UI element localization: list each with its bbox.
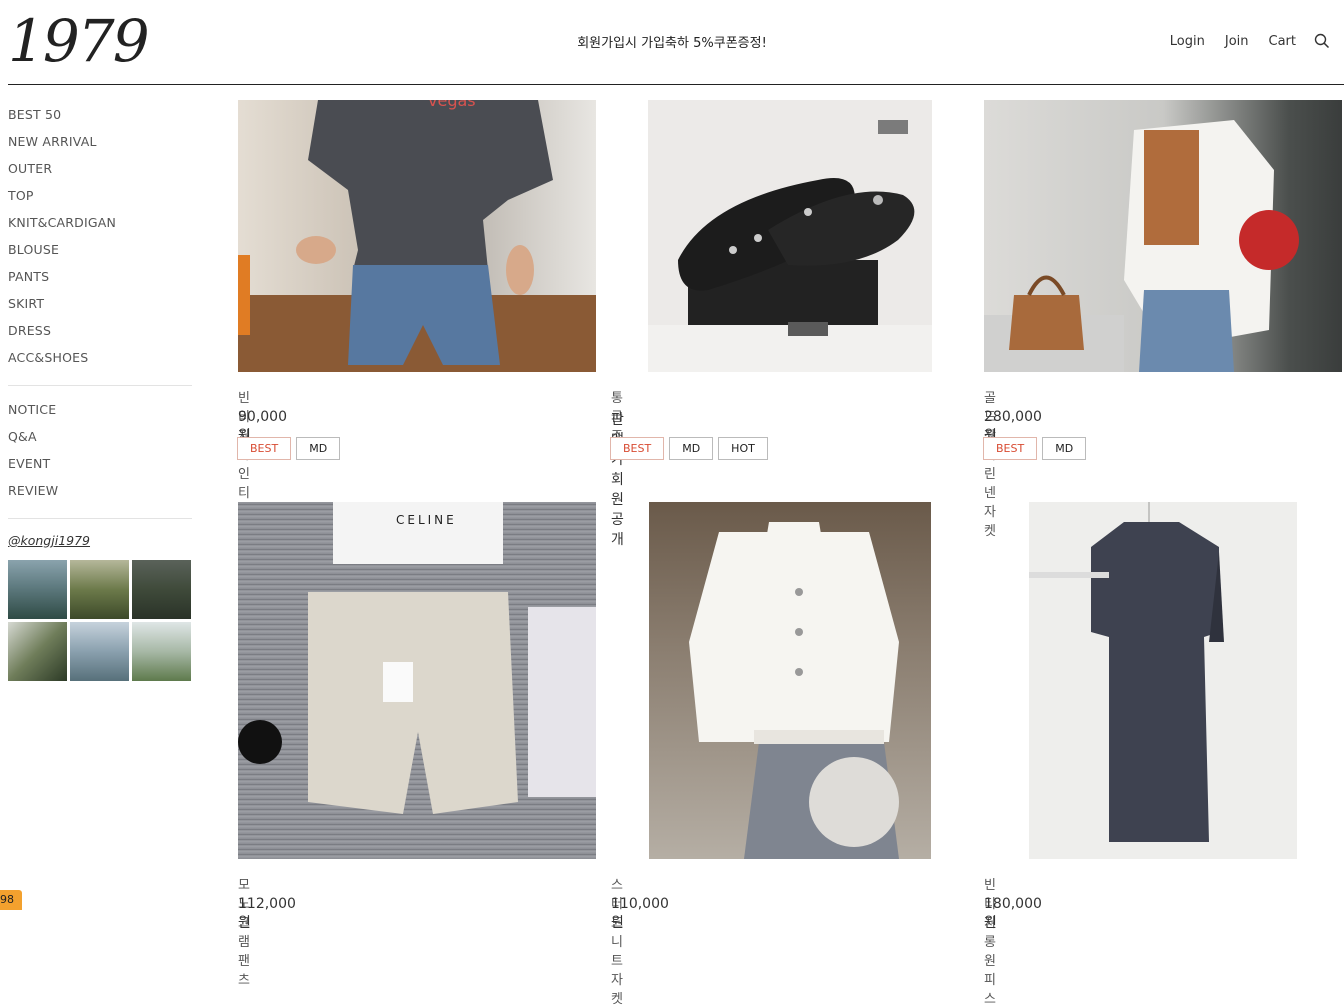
instagram-thumb[interactable]: [70, 622, 129, 681]
login-link[interactable]: Login: [1170, 34, 1205, 49]
md-badge: MD: [669, 437, 714, 460]
svg-text:CELINE: CELINE: [396, 513, 457, 527]
product-badges: BEST MD: [237, 437, 345, 460]
sidebar-item-pants[interactable]: PANTS: [8, 267, 193, 294]
product-image[interactable]: vegas: [238, 100, 596, 372]
sidebar-divider: [8, 385, 192, 386]
sidebar-item-dress[interactable]: DRESS: [8, 321, 193, 348]
sidebar-item-new-arrival[interactable]: NEW ARRIVAL: [8, 132, 193, 159]
product-badges: BEST MD: [983, 437, 1091, 460]
best-badge: BEST: [237, 437, 292, 460]
product-image[interactable]: [984, 100, 1342, 372]
product-price: 112,000원: [238, 896, 296, 931]
floating-tab[interactable]: 98: [0, 890, 22, 910]
top-nav: Login Join Cart: [1150, 33, 1330, 49]
instagram-thumb[interactable]: [8, 622, 67, 681]
instagram-thumb[interactable]: [132, 560, 191, 619]
best-badge: BEST: [610, 437, 665, 460]
product-price: 180,000원: [984, 896, 1042, 931]
sidebar-item-review[interactable]: REVIEW: [8, 481, 193, 508]
product-price: 판매가 회원공개: [611, 412, 624, 548]
sidebar-item-outer[interactable]: OUTER: [8, 159, 193, 186]
cart-link[interactable]: Cart: [1269, 34, 1297, 49]
svg-text:vegas: vegas: [428, 100, 476, 110]
instagram-thumb[interactable]: [132, 622, 191, 681]
sidebar-item-best50[interactable]: BEST 50: [8, 105, 193, 132]
instagram-feed: [8, 560, 193, 681]
sidebar-item-skirt[interactable]: SKIRT: [8, 294, 193, 321]
sidebar-item-top[interactable]: TOP: [8, 186, 193, 213]
product-image[interactable]: [649, 502, 931, 859]
hot-badge: HOT: [718, 437, 768, 460]
search-icon[interactable]: [1314, 33, 1330, 49]
product-price: 110,000원: [611, 896, 669, 931]
instagram-thumb[interactable]: [8, 560, 67, 619]
instagram-handle-link[interactable]: @kongji1979: [8, 533, 193, 548]
join-link[interactable]: Join: [1225, 34, 1249, 49]
md-badge: MD: [296, 437, 341, 460]
promo-banner: 회원가입시 가입축하 5%쿠폰증정!: [577, 36, 767, 51]
product-name[interactable]: 빈티지 롱 원피스: [984, 874, 996, 1007]
md-badge: MD: [1042, 437, 1087, 460]
sidebar-item-blouse[interactable]: BLOUSE: [8, 240, 193, 267]
sidebar-item-notice[interactable]: NOTICE: [8, 400, 193, 427]
product-image[interactable]: CELINE: [238, 502, 596, 859]
product-badges: BEST MD HOT: [610, 437, 773, 460]
header-divider: [8, 84, 1344, 85]
sidebar-item-acc-shoes[interactable]: ACC&SHOES: [8, 348, 193, 375]
product-image[interactable]: [648, 100, 932, 372]
instagram-thumb[interactable]: [70, 560, 129, 619]
product-name[interactable]: 스터드 니트 자켓: [611, 874, 623, 1007]
sidebar-item-qna[interactable]: Q&A: [8, 427, 193, 454]
sidebar-divider: [8, 518, 192, 519]
sidebar-item-knit-cardigan[interactable]: KNIT&CARDIGAN: [8, 213, 193, 240]
sidebar: BEST 50 NEW ARRIVAL OUTER TOP KNIT&CARDI…: [8, 105, 193, 681]
best-badge: BEST: [983, 437, 1038, 460]
product-image[interactable]: [1029, 502, 1297, 859]
sidebar-item-event[interactable]: EVENT: [8, 454, 193, 481]
